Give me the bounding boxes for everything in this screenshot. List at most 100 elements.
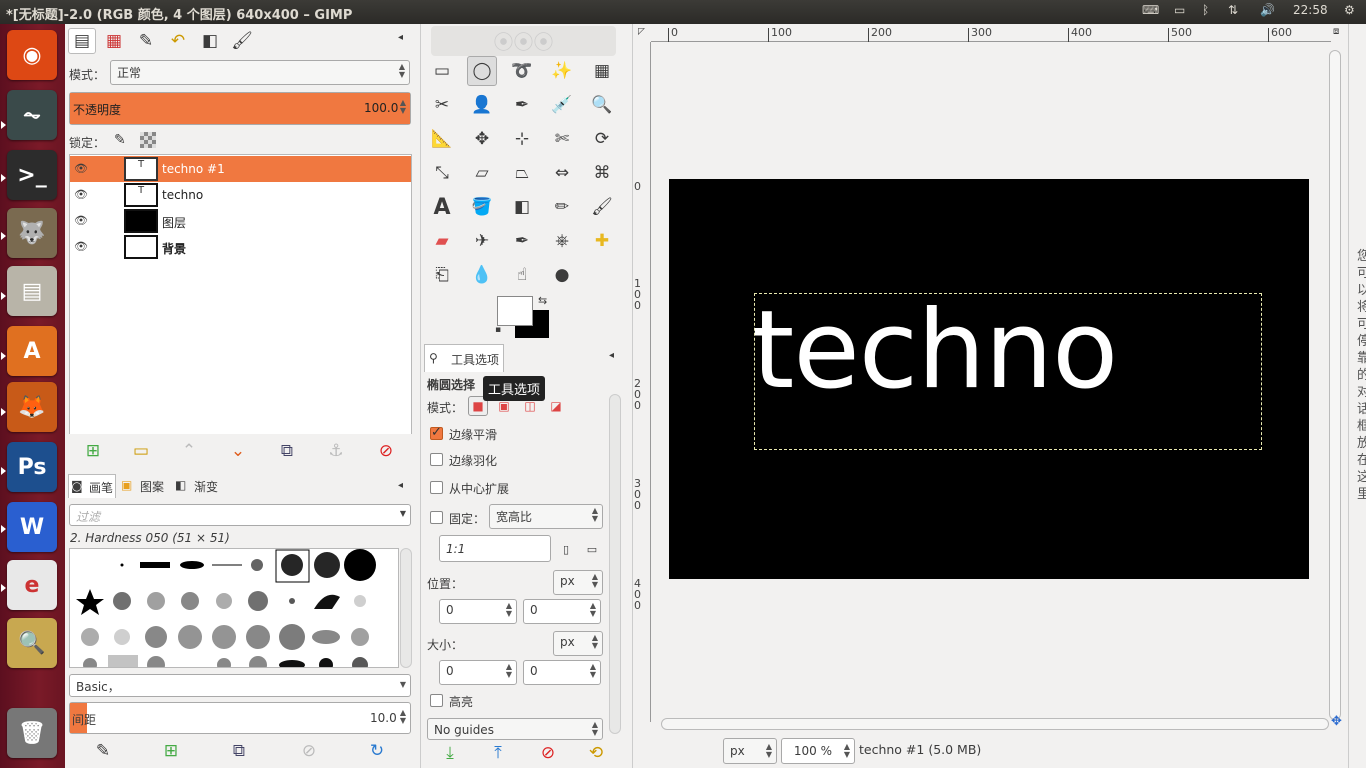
spin-arrows-icon[interactable]: ▲ ▼ (400, 99, 406, 115)
airbrush-icon[interactable]: ✈ (467, 226, 497, 256)
delete-brush-icon[interactable]: ⊘ (294, 736, 324, 766)
landscape-icon[interactable]: ▭ (581, 538, 603, 560)
perspective-icon[interactable]: ⏢ (507, 158, 537, 188)
zoom-dropdown[interactable]: 100 % ▲ ▼ (781, 738, 855, 764)
tab-tool-options[interactable]: ⚲ 工具选项 (424, 344, 504, 372)
size-w-input[interactable]: 0 ▲ ▼ (439, 660, 517, 685)
ink-icon[interactable]: ✒ (507, 226, 537, 256)
swap-colors-icon[interactable]: ⇆ (538, 294, 547, 307)
position-x-input[interactable]: 0 ▲ ▼ (439, 599, 517, 624)
brush-grid[interactable] (69, 548, 399, 668)
new-brush-icon[interactable]: ⊞ (156, 736, 186, 766)
foreground-select-icon[interactable]: 👤 (467, 90, 497, 120)
photoshop-icon[interactable]: Ps (7, 442, 57, 492)
antialias-checkbox[interactable] (430, 425, 443, 440)
keyboard-icon[interactable]: ⌨ (1142, 3, 1159, 17)
zoom-icon[interactable]: 🔍 (587, 90, 617, 120)
dock-menu-icon[interactable]: ◂ (398, 32, 403, 43)
reset-options-icon[interactable]: ⟲ (581, 738, 611, 768)
quick-mask-corner-icon[interactable]: ◸ (638, 27, 650, 39)
heal-icon[interactable]: ✚ (587, 226, 617, 256)
position-y-input[interactable]: 0 ▲ ▼ (523, 599, 601, 624)
lower-layer-icon[interactable]: ⌄ (223, 436, 253, 466)
scale-icon[interactable]: ⤡ (427, 158, 457, 188)
file-manager-icon[interactable]: ▤ (7, 266, 57, 316)
tool-options-scrollbar[interactable] (609, 394, 621, 734)
size-unit-dropdown[interactable]: px ▲ ▼ (553, 631, 603, 656)
duplicate-layer-icon[interactable]: ⧉ (272, 436, 302, 466)
eraser-icon[interactable]: ▰ (427, 226, 457, 256)
color-picker-icon[interactable]: 💉 (547, 90, 577, 120)
visibility-eye-icon[interactable]: 👁 (74, 214, 88, 227)
paths-icon[interactable]: ✒ (507, 90, 537, 120)
layer-row[interactable]: 👁 Ttechno (70, 182, 411, 208)
battery-icon[interactable]: ▭ (1174, 3, 1185, 17)
tab-brushes[interactable]: ◙ 画笔 (68, 474, 116, 498)
highlight-checkbox[interactable] (430, 694, 443, 707)
feather-checkbox[interactable] (430, 453, 443, 466)
anchor-layer-icon[interactable]: ⚓ (321, 436, 351, 466)
undo-history-tab-icon[interactable]: ↶ (164, 28, 192, 54)
refresh-brushes-icon[interactable]: ↻ (362, 736, 392, 766)
default-colors-icon[interactable]: ▪ (495, 325, 501, 335)
perspective-clone-icon[interactable]: ⎗ (427, 260, 457, 290)
delete-layer-icon[interactable]: ⊘ (371, 436, 401, 466)
free-select-icon[interactable]: ➰ (507, 56, 537, 86)
rotate-icon[interactable]: ⟳ (587, 124, 617, 154)
shear-icon[interactable]: ▱ (467, 158, 497, 188)
flip-icon[interactable]: ⇔ (547, 158, 577, 188)
fixed-checkbox[interactable] (430, 511, 443, 524)
brush-spacing-slider[interactable]: 间距 10.0 ▲ ▼ (69, 702, 411, 734)
cage-transform-icon[interactable]: ⌘ (587, 158, 617, 188)
power-gear-icon[interactable]: ⚙ (1344, 3, 1355, 17)
smudge-icon[interactable]: ☝ (507, 260, 537, 290)
fixed-mode-dropdown[interactable]: 宽高比 ▲ ▼ (489, 504, 603, 529)
paths-tab-icon[interactable]: ✎ (132, 28, 160, 54)
position-unit-dropdown[interactable]: px ▲ ▼ (553, 570, 603, 595)
tab-gradients[interactable]: ◧ 渐变 (172, 474, 224, 498)
spin-arrows-icon[interactable]: ▲ ▼ (400, 709, 406, 725)
bucket-fill-icon[interactable]: 🪣 (467, 192, 497, 222)
ratio-input[interactable]: 1:1 (439, 535, 551, 562)
blend-icon[interactable]: ◧ (507, 192, 537, 222)
measure-icon[interactable]: 📐 (427, 124, 457, 154)
volume-icon[interactable]: 🔊 (1260, 3, 1275, 17)
bluetooth-icon[interactable]: ᛒ (1202, 3, 1209, 17)
mode-intersect-icon[interactable]: ◪ (546, 396, 566, 416)
gimp-icon[interactable]: 🐺 (7, 208, 57, 258)
wps-pdf-icon[interactable]: e (7, 560, 57, 610)
tab-patterns[interactable]: ▣ 图案 (118, 474, 170, 498)
vertical-scrollbar[interactable] (1329, 50, 1341, 720)
navigate-icon[interactable]: ✥ (1331, 714, 1342, 729)
layers-tab-icon[interactable]: ▤ (68, 28, 96, 54)
raise-layer-icon[interactable]: ⌃ (174, 436, 204, 466)
duplicate-brush-icon[interactable]: ⧉ (224, 736, 254, 766)
layer-mode-dropdown[interactable]: 正常 ▲ ▼ (110, 60, 410, 85)
restore-options-icon[interactable]: ⤒ (483, 738, 513, 768)
color-select-icon[interactable]: ▦ (587, 56, 617, 86)
blur-sharpen-icon[interactable]: 💧 (467, 260, 497, 290)
new-layer-group-icon[interactable]: ▭ (126, 436, 156, 466)
brush-grid-scrollbar[interactable] (400, 548, 412, 668)
clock[interactable]: 22:58 (1293, 3, 1328, 17)
dock-menu-icon[interactable]: ◂ (398, 480, 403, 491)
software-center-icon[interactable]: A (7, 326, 57, 376)
pencil-icon[interactable]: ✏ (547, 192, 577, 222)
visibility-eye-icon[interactable]: 👁 (74, 162, 88, 175)
channels-tab-icon[interactable]: ▦ (100, 28, 128, 54)
wps-writer-icon[interactable]: W (7, 502, 57, 552)
zoom-window-icon[interactable]: ⧈ (1333, 26, 1339, 37)
guides-dropdown[interactable]: No guides ▲ ▼ (427, 718, 603, 740)
size-h-input[interactable]: 0 ▲ ▼ (523, 660, 601, 685)
delete-options-icon[interactable]: ⊘ (533, 738, 563, 768)
image-canvas[interactable]: techno (669, 179, 1309, 579)
layer-row[interactable]: 👁 Ttechno #1 (70, 156, 411, 182)
brush-filter-input[interactable]: 过滤 ▼ (69, 504, 411, 526)
align-icon[interactable]: ⊹ (507, 124, 537, 154)
portrait-icon[interactable]: ▯ (555, 538, 577, 560)
clone-icon[interactable]: ⎈ (547, 226, 577, 256)
save-options-icon[interactable]: ⤓ (435, 738, 465, 768)
lock-pixels-icon[interactable]: ✎ (114, 132, 126, 148)
text-icon[interactable]: A (427, 192, 457, 222)
ellipse-select-icon[interactable]: ◯ (467, 56, 497, 86)
